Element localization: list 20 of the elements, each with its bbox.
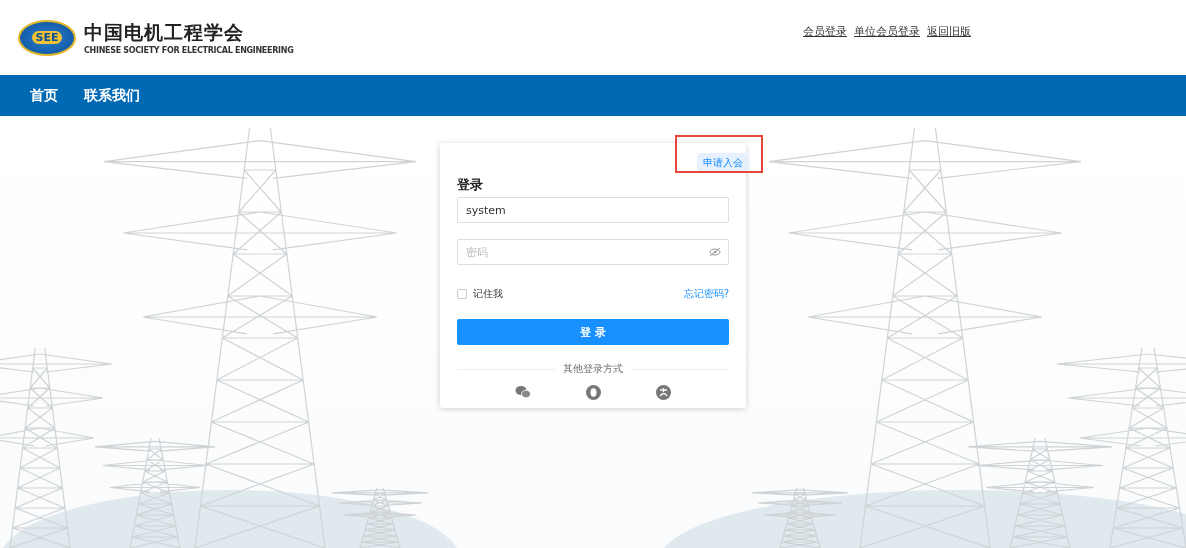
nav-link[interactable]: 首页 (30, 86, 58, 105)
nav-link[interactable]: 联系我们 (84, 86, 140, 105)
header-link[interactable]: 会员登录 (803, 23, 847, 39)
remember-checkbox[interactable] (457, 289, 467, 299)
apply-membership-button[interactable]: 申请入会 (697, 153, 749, 173)
header-link[interactable]: 返回旧版 (927, 23, 971, 39)
other-methods-label: 其他登录方式 (563, 362, 623, 376)
login-title: 登录 (457, 176, 484, 194)
society-logo: SEE (18, 19, 76, 56)
round-glyph-icon[interactable] (656, 385, 671, 400)
password-field[interactable]: 密码 (457, 239, 729, 265)
forgot-password-link[interactable]: 忘记密码? (683, 287, 729, 301)
username-field[interactable]: system (457, 197, 729, 223)
chat-bubbles-icon[interactable] (515, 385, 531, 399)
remember-label: 记住我 (473, 287, 503, 301)
society-name: 中国电机工程学会 (84, 20, 245, 45)
society-english-name: CHINESE SOCIETY FOR ELECTRICAL ENGINEERING (84, 46, 294, 55)
login-button[interactable]: 登 录 (457, 319, 729, 345)
eye-hidden-icon[interactable] (709, 247, 721, 257)
header-link[interactable]: 单位会员登录 (854, 23, 920, 39)
